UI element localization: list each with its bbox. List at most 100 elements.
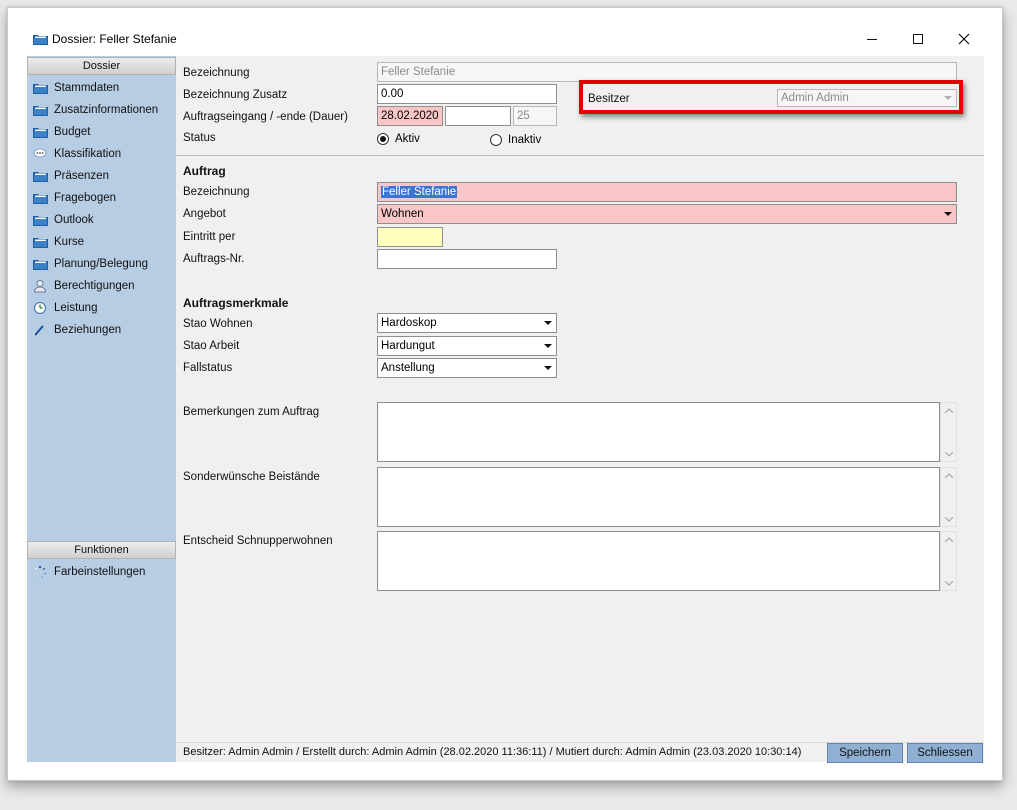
sidebar-header-funktionen[interactable]: Funktionen: [27, 541, 176, 559]
scroll-up-icon[interactable]: [941, 403, 956, 417]
folder-icon: [33, 33, 48, 48]
sidebar-item-planung-belegung[interactable]: Planung/Belegung: [32, 255, 148, 273]
folder-icon: [32, 213, 48, 227]
auftrag-bezeichnung-label: Bezeichnung: [183, 186, 250, 198]
angebot-value: Wohnen: [381, 208, 424, 220]
auftragseingang-label: Auftragseingang / -ende (Dauer): [183, 111, 348, 123]
angebot-combobox[interactable]: Wohnen: [377, 204, 957, 224]
entscheid-label: Entscheid Schnupperwohnen: [183, 535, 333, 547]
sonderwuensche-textarea[interactable]: [377, 467, 940, 527]
sidebar-item-fragebogen[interactable]: Fragebogen: [32, 189, 116, 207]
auftrags-nr-label: Auftrags-Nr.: [183, 253, 245, 265]
sidebar-item-leistung[interactable]: Leistung: [32, 299, 97, 317]
scroll-down-icon[interactable]: [941, 512, 956, 526]
folder-icon: [32, 235, 48, 249]
bemerkungen-textarea[interactable]: [377, 402, 940, 462]
auftrag-bezeichnung-field[interactable]: Feller Stefanie: [377, 182, 957, 202]
sidebar-item-label: Planung/Belegung: [54, 258, 148, 270]
sidebar-item-label: Kurse: [54, 236, 85, 248]
scroll-down-icon[interactable]: [941, 447, 956, 461]
status-aktiv-radio[interactable]: Aktiv: [377, 133, 420, 145]
maximize-button[interactable]: [906, 29, 930, 49]
close-button[interactable]: Schliessen: [907, 743, 983, 763]
folder-icon: [32, 103, 48, 117]
auftragseingang-field[interactable]: 28.02.2020: [377, 106, 443, 126]
stao-arbeit-combobox[interactable]: Hardungut: [377, 336, 557, 356]
sidebar-item-budget[interactable]: Budget: [32, 123, 90, 141]
status-bar: Besitzer: Admin Admin / Erstellt durch: …: [176, 742, 984, 763]
pencil-icon: [32, 323, 48, 337]
sidebar: Dossier Stammdaten Zusatzinformationen B…: [27, 56, 176, 762]
stao-arbeit-value: Hardungut: [381, 340, 435, 352]
bezeichnung-zusatz-field[interactable]: 0.00: [377, 84, 557, 104]
sidebar-item-zusatzinformationen[interactable]: Zusatzinformationen: [32, 101, 158, 119]
folder-icon: [32, 169, 48, 183]
sidebar-item-label: Budget: [54, 126, 91, 138]
user-icon: [32, 279, 48, 293]
bezeichnung-field[interactable]: Feller Stefanie: [377, 62, 957, 82]
sidebar-item-kurse[interactable]: Kurse: [32, 233, 84, 251]
sidebar-header-dossier[interactable]: Dossier: [27, 57, 176, 75]
sidebar-item-label: Leistung: [54, 302, 98, 314]
status-label: Status: [183, 132, 216, 144]
sidebar-item-label: Zusatzinformationen: [54, 104, 159, 116]
sidebar-item-label: Präsenzen: [54, 170, 109, 182]
main-form: Bezeichnung Feller Stefanie Bezeichnung …: [176, 56, 984, 763]
minimize-button[interactable]: [860, 29, 884, 49]
angebot-label: Angebot: [183, 208, 226, 220]
scrollbar[interactable]: [940, 467, 957, 527]
folder-icon: [32, 81, 48, 95]
sidebar-item-stammdaten[interactable]: Stammdaten: [32, 79, 119, 97]
divider: [176, 155, 984, 156]
folder-icon: [32, 125, 48, 139]
title-bar: Dossier: Feller Stefanie: [8, 8, 1002, 52]
bemerkungen-label: Bemerkungen zum Auftrag: [183, 406, 320, 418]
sidebar-item-label: Fragebogen: [54, 192, 117, 204]
chat-icon: [32, 147, 48, 161]
stao-wohnen-combobox[interactable]: Hardoskop: [377, 313, 557, 333]
bezeichnung-label: Bezeichnung: [183, 67, 250, 79]
scrollbar[interactable]: [940, 531, 957, 591]
sidebar-item-beziehungen[interactable]: Beziehungen: [32, 321, 121, 339]
dauer-field[interactable]: 25: [513, 106, 557, 126]
sidebar-item-label: Stammdaten: [54, 82, 120, 94]
scroll-up-icon[interactable]: [941, 468, 956, 482]
sidebar-item-farbeinstellungen[interactable]: Farbeinstellungen: [32, 563, 145, 581]
status-text: Besitzer: Admin Admin / Erstellt durch: …: [183, 746, 802, 758]
entscheid-textarea[interactable]: [377, 531, 940, 591]
eintritt-field[interactable]: [377, 227, 443, 247]
folder-icon: [32, 191, 48, 205]
dossier-window: Dossier: Feller Stefanie Dossier Stammda…: [7, 7, 1003, 781]
save-button[interactable]: Speichern: [827, 743, 903, 763]
section-title-auftrag: Auftrag: [183, 164, 226, 178]
stao-wohnen-value: Hardoskop: [381, 317, 437, 329]
scrollbar[interactable]: [940, 402, 957, 462]
selected-text: Feller Stefanie: [381, 186, 458, 198]
status-aktiv-label: Aktiv: [395, 133, 420, 145]
fallstatus-label: Fallstatus: [183, 362, 233, 374]
eintritt-label: Eintritt per: [183, 231, 236, 243]
sonderwuensche-label: Sonderwünsche Beistände: [183, 471, 320, 483]
window-title: Dossier: Feller Stefanie: [52, 32, 177, 46]
sidebar-item-label: Berechtigungen: [54, 280, 135, 292]
status-inaktiv-label: Inaktiv: [508, 134, 542, 146]
sidebar-item-label: Farbeinstellungen: [54, 566, 146, 578]
status-inaktiv-radio[interactable]: Inaktiv: [490, 134, 541, 146]
sidebar-item-berechtigungen[interactable]: Berechtigungen: [32, 277, 135, 295]
stao-wohnen-label: Stao Wohnen: [183, 318, 253, 330]
chevron-down-icon: [940, 205, 956, 223]
chevron-down-icon: [540, 314, 556, 332]
highlight-box: [579, 80, 963, 114]
radio-dot: [490, 134, 502, 146]
sidebar-item-klassifikation[interactable]: Klassifikation: [32, 145, 121, 163]
sidebar-item-outlook[interactable]: Outlook: [32, 211, 94, 229]
sidebar-item-praesenzen[interactable]: Präsenzen: [32, 167, 109, 185]
scroll-down-icon[interactable]: [941, 576, 956, 590]
folder-icon: [32, 257, 48, 271]
close-window-button[interactable]: [952, 29, 976, 49]
sidebar-item-label: Beziehungen: [54, 324, 122, 336]
fallstatus-combobox[interactable]: Anstellung: [377, 358, 557, 378]
auftrags-nr-field[interactable]: [377, 249, 557, 269]
auftragsende-field[interactable]: [445, 106, 511, 126]
scroll-up-icon[interactable]: [941, 532, 956, 546]
